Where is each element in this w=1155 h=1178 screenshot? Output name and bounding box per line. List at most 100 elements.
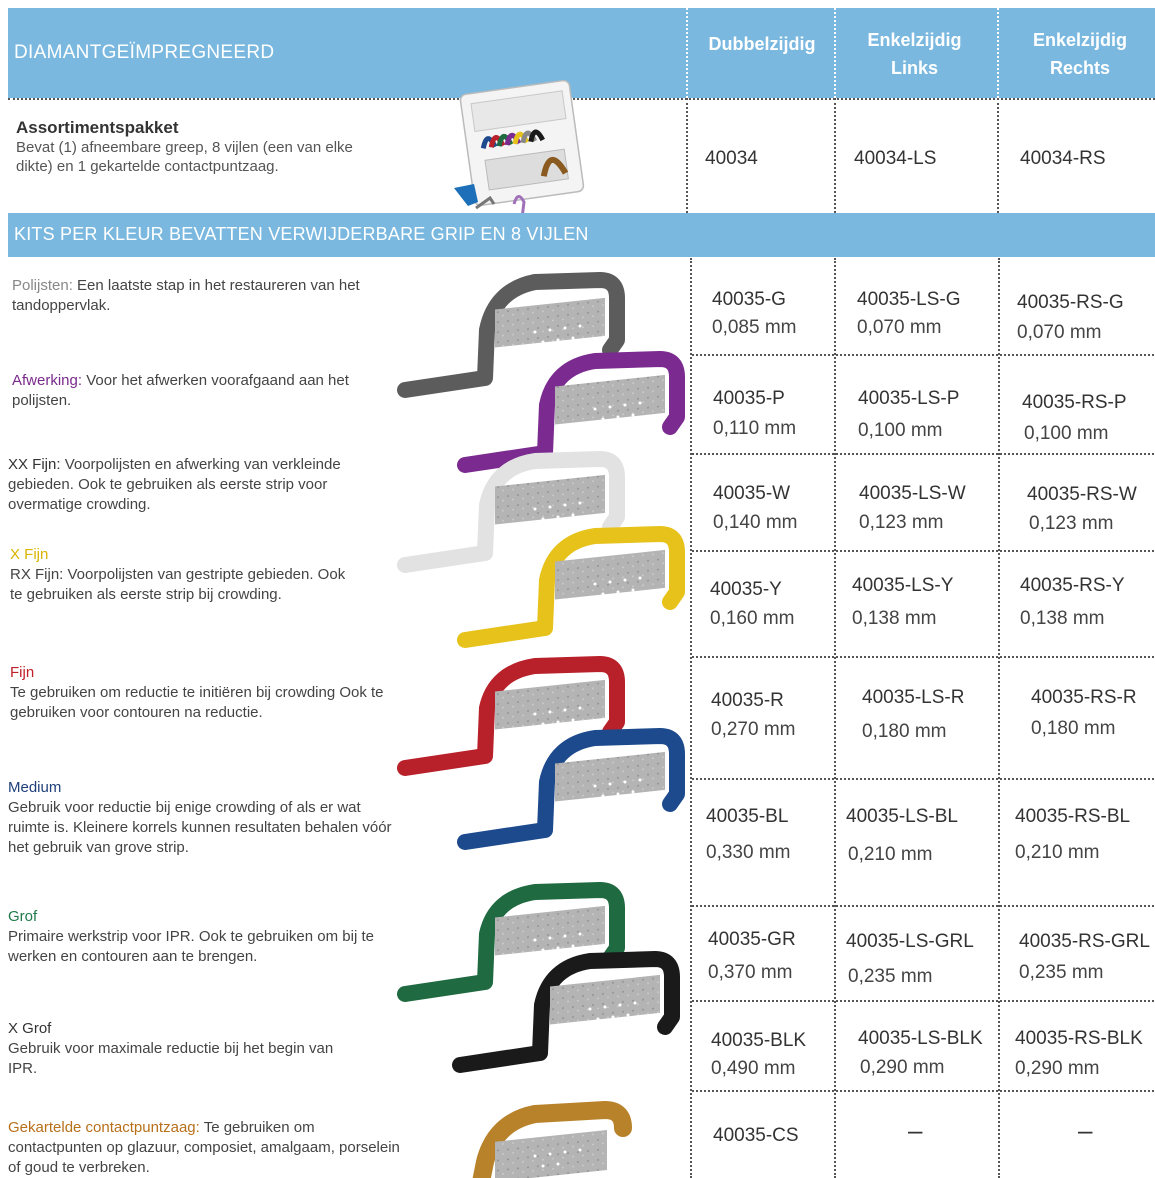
thickness-left: 0,100 mm: [858, 420, 943, 441]
column-divider: [686, 98, 688, 213]
thickness-double: 0,330 mm: [706, 842, 791, 863]
grade-description: X Fijn RX Fijn: Voorpolijsten van gestri…: [10, 545, 350, 605]
code-left: 40035-LS-W: [859, 483, 966, 504]
thickness-left: 0,070 mm: [857, 317, 942, 338]
row-divider: [692, 905, 1154, 907]
row-divider: [692, 778, 1154, 780]
strip-yellow-image: [457, 526, 685, 648]
column-divider: [834, 258, 836, 1178]
grade-description: XX Fijn: Voorpolijsten en afwerking van …: [8, 455, 398, 515]
grade-label: Medium: [8, 779, 62, 796]
grade-description: Polijsten: Een laatste stap in het resta…: [12, 276, 402, 316]
column-divider: [998, 258, 1000, 1178]
assortment-code-double: 40034: [705, 148, 758, 169]
grade-label: X Fijn: [10, 546, 49, 563]
saw-code-left: –: [908, 1115, 923, 1145]
column-header-left-line1: Enkelzijdig: [867, 30, 962, 50]
thickness-right: 0,210 mm: [1015, 842, 1100, 863]
code-left: 40035-LS-Y: [852, 575, 954, 596]
strip-images: [397, 272, 685, 1178]
grade-text: Gebruik voor maximale reductie bij het b…: [8, 1040, 334, 1077]
code-left: 40035-LS-BL: [846, 806, 958, 827]
grade-label: Afwerking:: [12, 372, 83, 389]
code-double: 40035-BLK: [711, 1030, 807, 1051]
grade-label: XX Fijn:: [8, 456, 61, 473]
strip-white-image: [397, 451, 625, 573]
strip-purple-image: [457, 351, 685, 473]
page-title: DIAMANTGEÏMPREGNEERD: [14, 42, 275, 63]
thickness-right: 0,235 mm: [1019, 962, 1104, 983]
assortment-kit-image: [454, 79, 585, 219]
column-header-left-line2: Links: [890, 58, 938, 78]
thickness-right: 0,180 mm: [1031, 718, 1116, 739]
code-left: 40035-LS-P: [858, 388, 960, 409]
saw-description: Gekartelde contactpuntzaag: Te gebruiken…: [8, 1118, 403, 1178]
code-right: 40035-RS-BL: [1015, 806, 1131, 827]
code-left: 40035-LS-GRL: [846, 931, 974, 952]
grade-description: Fijn Te gebruiken om reductie te initiër…: [10, 663, 390, 723]
assortment-title: Assortimentspakket: [16, 118, 179, 137]
assortment-text: Bevat (1) afneembare greep, 8 vijlen (ee…: [16, 139, 353, 175]
header-divider: [834, 8, 836, 98]
code-right: 40035-RS-W: [1027, 484, 1137, 505]
code-left: 40035-LS-G: [857, 289, 961, 310]
code-right: 40035-RS-Y: [1020, 575, 1125, 596]
code-double: 40035-W: [713, 483, 791, 504]
header-divider: [997, 8, 999, 98]
thickness-double: 0,140 mm: [713, 512, 798, 533]
grade-description: Medium Gebruik voor reductie bij enige c…: [8, 778, 393, 858]
assortment-code-right: 40034-RS: [1020, 148, 1106, 169]
header-divider: [686, 8, 688, 98]
thickness-double: 0,110 mm: [713, 418, 797, 439]
row-divider: [692, 453, 1154, 455]
column-header-right-line2: Rechts: [1049, 58, 1111, 78]
thickness-left: 0,138 mm: [852, 608, 937, 629]
strip-red-image: [397, 656, 625, 776]
grade-text: Gebruik voor reductie bij enige crowding…: [8, 799, 392, 856]
thickness-double: 0,490 mm: [711, 1058, 796, 1079]
grade-label: Polijsten:: [12, 277, 73, 294]
row-divider: [692, 656, 1154, 658]
grade-text: Te gebruiken om reductie te initiëren bi…: [10, 684, 384, 721]
thickness-double: 0,270 mm: [711, 719, 796, 740]
thickness-right: 0,070 mm: [1017, 322, 1102, 343]
code-right: 40035-RS-BLK: [1015, 1028, 1143, 1049]
strip-gray-image: [397, 272, 625, 398]
row-divider: [692, 354, 1154, 356]
strip-gold-image: [472, 1101, 632, 1178]
column-header-right-line1: Enkelzijdig: [1032, 30, 1128, 50]
thickness-left: 0,290 mm: [860, 1057, 945, 1078]
code-double: 40035-GR: [708, 929, 796, 950]
thickness-double: 0,370 mm: [708, 962, 793, 983]
code-left: 40035-LS-R: [862, 687, 965, 708]
saw-label: Gekartelde contactpuntzaag:: [8, 1119, 200, 1136]
row-divider: [692, 1090, 1154, 1092]
code-double: 40035-R: [711, 690, 784, 711]
assortment-description: Assortimentspakket Bevat (1) afneembare …: [16, 118, 386, 176]
grade-label: Fijn: [10, 664, 35, 681]
strip-blue-image: [457, 728, 685, 850]
grade-text: RX Fijn: Voorpolijsten van gestripte geb…: [10, 566, 346, 603]
code-right: 40035-RS-GRL: [1019, 931, 1150, 952]
thickness-right: 0,290 mm: [1015, 1058, 1100, 1079]
thickness-left: 0,235 mm: [848, 966, 933, 987]
code-double: 40035-P: [713, 388, 785, 409]
code-left: 40035-LS-BLK: [858, 1028, 983, 1049]
saw-code-double: 40035-CS: [713, 1125, 799, 1146]
code-double: 40035-BL: [706, 806, 789, 827]
thickness-left: 0,180 mm: [862, 721, 947, 742]
row-divider: [692, 550, 1154, 552]
code-right: 40035-RS-P: [1022, 392, 1127, 413]
column-header-double: Dubbelzijdig: [708, 34, 816, 54]
code-right: 40035-RS-R: [1031, 687, 1137, 708]
column-divider: [690, 258, 692, 1178]
code-right: 40035-RS-G: [1017, 292, 1124, 313]
thickness-left: 0,210 mm: [848, 844, 933, 865]
code-double: 40035-Y: [710, 579, 782, 600]
grade-description: X Grof Gebruik voor maximale reductie bi…: [8, 1019, 358, 1079]
thickness-double: 0,085 mm: [712, 317, 797, 338]
kits-band-text: KITS PER KLEUR BEVATTEN VERWIJDERBARE GR…: [14, 224, 589, 244]
column-divider: [834, 98, 836, 213]
row-divider: [692, 1000, 1154, 1002]
saw-code-right: –: [1078, 1115, 1093, 1145]
